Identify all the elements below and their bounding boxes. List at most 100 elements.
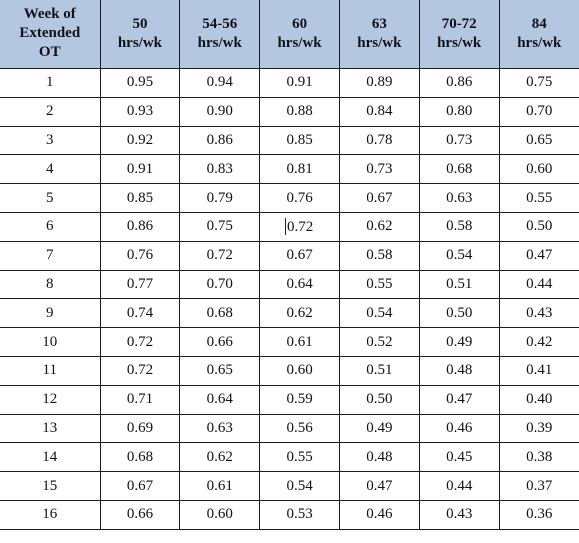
productivity-factor-cell[interactable]: 0.92 [100,126,181,156]
productivity-factor-cell[interactable]: 0.51 [339,356,420,386]
productivity-factor-cell[interactable]: 0.54 [339,298,420,329]
productivity-factor-cell[interactable]: 0.61 [179,471,261,501]
productivity-factor-cell[interactable]: 0.45 [419,442,500,473]
productivity-factor-cell[interactable]: 0.67 [100,471,181,501]
productivity-factor-cell[interactable]: 0.58 [419,212,500,242]
productivity-factor-cell[interactable]: 0.43 [419,500,500,530]
productivity-factor-cell[interactable]: 0.62 [179,442,261,473]
productivity-factor-cell[interactable]: 0.56 [259,414,340,444]
productivity-factor-cell[interactable]: 0.77 [100,270,181,300]
productivity-factor-cell[interactable]: 0.36 [499,500,579,530]
productivity-factor-cell[interactable]: 0.67 [339,183,420,213]
productivity-factor-cell[interactable]: 0.55 [499,183,579,213]
week-number-cell[interactable]: 14 [0,442,101,473]
productivity-factor-cell[interactable]: 0.41 [499,356,579,386]
productivity-factor-cell[interactable]: 0.60 [499,154,579,185]
productivity-factor-cell[interactable]: 0.66 [100,500,181,530]
productivity-factor-cell[interactable]: 0.93 [100,97,181,127]
productivity-factor-cell[interactable]: 0.55 [339,270,420,300]
productivity-factor-cell[interactable]: 0.68 [419,154,500,185]
productivity-factor-cell[interactable]: 0.61 [259,327,340,357]
productivity-factor-cell[interactable]: 0.63 [419,183,500,213]
week-number-cell[interactable]: 4 [0,154,101,185]
productivity-factor-cell[interactable]: 0.76 [259,183,340,213]
productivity-factor-cell[interactable]: 0.85 [259,126,340,156]
productivity-factor-cell[interactable]: 0.43 [499,298,579,329]
productivity-factor-cell[interactable]: 0.74 [100,298,181,329]
productivity-factor-cell[interactable]: 0.48 [339,442,420,473]
productivity-factor-cell[interactable]: 0.72 [179,241,261,271]
productivity-factor-cell[interactable]: 0.78 [339,126,420,156]
productivity-factor-cell[interactable]: 0.89 [339,68,420,98]
productivity-factor-cell[interactable]: 0.79 [179,183,261,213]
productivity-factor-cell[interactable]: 0.44 [419,471,500,501]
productivity-factor-cell[interactable]: 0.75 [499,68,579,98]
productivity-factor-cell[interactable]: 0.68 [100,442,181,473]
productivity-factor-cell[interactable]: 0.86 [179,126,261,156]
productivity-factor-cell[interactable]: 0.76 [100,241,181,271]
productivity-factor-cell[interactable]: 0.73 [419,126,500,156]
productivity-factor-cell[interactable]: 0.54 [259,471,340,501]
productivity-factor-cell[interactable]: 0.81 [259,154,340,185]
productivity-factor-cell[interactable]: 0.67 [259,241,340,271]
productivity-factor-cell[interactable]: 0.60 [179,500,261,530]
productivity-factor-cell[interactable]: 0.49 [339,414,420,444]
productivity-factor-cell[interactable]: 0.46 [419,414,500,444]
productivity-factor-cell[interactable]: 0.85 [100,183,181,213]
week-number-cell[interactable]: 13 [0,414,101,444]
productivity-factor-cell[interactable]: 0.65 [499,126,579,156]
productivity-factor-cell[interactable]: 0.62 [259,298,340,329]
productivity-factor-cell[interactable]: 0.44 [499,270,579,300]
week-number-cell[interactable]: 1 [0,68,101,98]
week-number-cell[interactable]: 15 [0,471,101,501]
week-number-cell[interactable]: 7 [0,241,101,271]
productivity-factor-cell[interactable]: 0.46 [339,500,420,530]
productivity-factor-cell[interactable]: 0.84 [339,97,420,127]
productivity-factor-cell[interactable]: 0.65 [179,356,261,386]
productivity-factor-cell[interactable]: 0.55 [259,442,340,473]
week-number-cell[interactable]: 8 [0,270,101,300]
productivity-factor-cell[interactable]: 0.75 [179,212,261,242]
productivity-factor-cell[interactable]: 0.59 [259,385,340,415]
productivity-factor-cell[interactable]: 0.51 [419,270,500,300]
productivity-factor-cell[interactable]: 0.94 [179,68,261,98]
productivity-factor-cell[interactable]: 0.50 [499,212,579,242]
week-number-cell[interactable]: 2 [0,97,101,127]
productivity-factor-cell[interactable]: 0.95 [100,68,181,98]
productivity-factor-cell[interactable]: 0.37 [499,471,579,501]
productivity-factor-cell[interactable]: 0.91 [100,154,181,185]
productivity-factor-cell[interactable]: 0.40 [499,385,579,415]
productivity-factor-cell[interactable]: 0.42 [499,327,579,357]
week-number-cell[interactable]: 5 [0,183,101,213]
productivity-factor-cell[interactable]: 0.68 [179,298,261,329]
productivity-factor-cell[interactable]: 0.88 [259,97,340,127]
productivity-factor-cell[interactable]: 0.71 [100,385,181,415]
productivity-factor-cell[interactable]: 0.70 [179,270,261,300]
productivity-factor-cell[interactable]: 0.47 [499,241,579,271]
productivity-factor-cell[interactable]: 0.60 [259,356,340,386]
productivity-factor-cell[interactable]: 0.62 [339,212,420,242]
week-number-cell[interactable]: 10 [0,327,101,357]
productivity-factor-cell[interactable]: 0.86 [100,212,181,242]
productivity-factor-cell[interactable]: 0.58 [339,241,420,271]
productivity-factor-cell[interactable]: 0.72 [100,356,181,386]
productivity-factor-cell[interactable]: 0.73 [339,154,420,185]
productivity-factor-cell[interactable]: 0.50 [419,298,500,329]
week-number-cell[interactable]: 3 [0,126,101,156]
week-number-cell[interactable]: 12 [0,385,101,415]
productivity-factor-cell[interactable]: 0.72 [259,212,340,242]
productivity-factor-cell[interactable]: 0.66 [179,327,261,357]
week-number-cell[interactable]: 9 [0,298,101,329]
week-number-cell[interactable]: 6 [0,212,101,242]
productivity-factor-cell[interactable]: 0.70 [499,97,579,127]
productivity-factor-cell[interactable]: 0.64 [259,270,340,300]
productivity-factor-cell[interactable]: 0.91 [259,68,340,98]
productivity-factor-cell[interactable]: 0.49 [419,327,500,357]
productivity-factor-cell[interactable]: 0.64 [179,385,261,415]
productivity-factor-cell[interactable]: 0.54 [419,241,500,271]
productivity-factor-cell[interactable]: 0.47 [339,471,420,501]
productivity-factor-cell[interactable]: 0.52 [339,327,420,357]
productivity-factor-cell[interactable]: 0.53 [259,500,340,530]
productivity-factor-cell[interactable]: 0.47 [419,385,500,415]
productivity-factor-cell[interactable]: 0.90 [179,97,261,127]
